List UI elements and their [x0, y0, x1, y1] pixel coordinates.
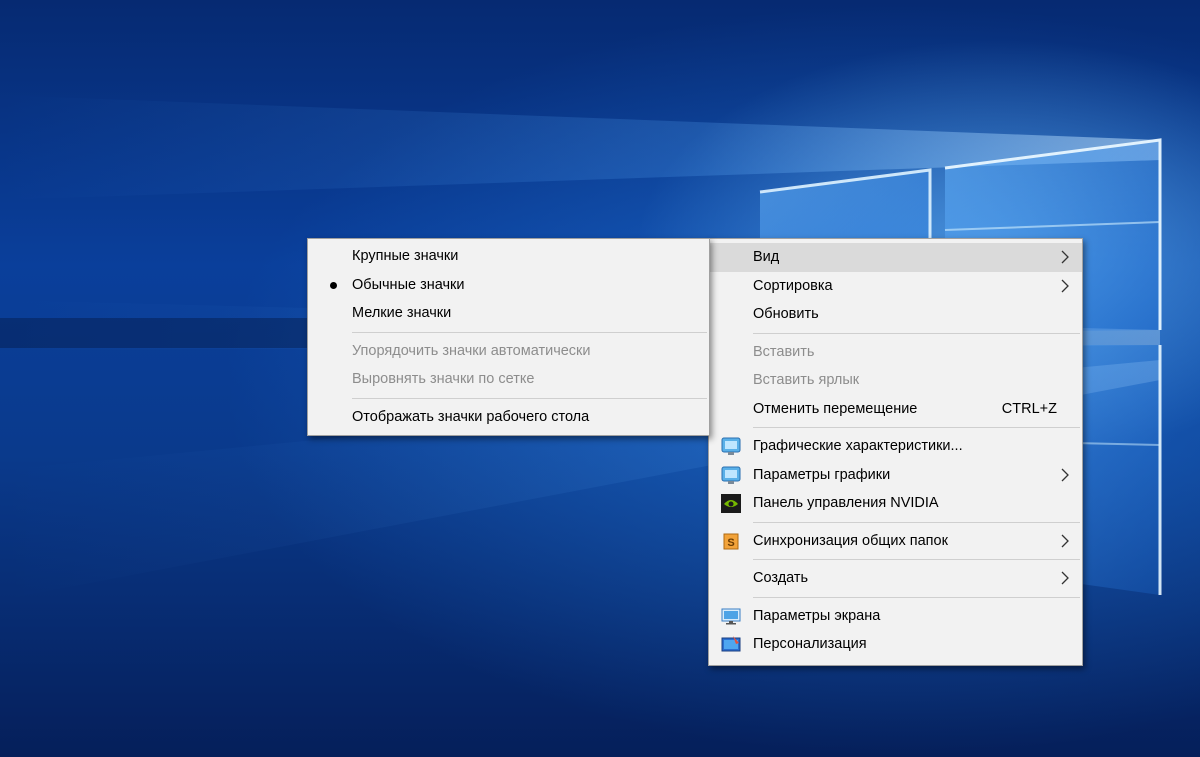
shortcut-label: CTRL+Z [1001, 400, 1057, 417]
sync-folders-icon: S [723, 533, 739, 549]
menu-item-align-to-grid: Выровнять значки по сетке [308, 365, 709, 394]
menu-separator [753, 521, 1080, 523]
menu-item-graphics-options[interactable]: Параметры графики [709, 461, 1082, 490]
menu-item-label: Обычные значки [352, 276, 465, 293]
menu-separator [753, 427, 1080, 428]
menu-item-view[interactable]: Вид [709, 243, 1082, 272]
menu-item-label: Вставить ярлык [753, 372, 860, 388]
display-settings-icon [721, 608, 741, 624]
menu-item-refresh[interactable]: Обновить [709, 300, 1082, 329]
menu-item-new[interactable]: Создать [709, 564, 1082, 593]
menu-separator [753, 559, 1080, 560]
nvidia-icon [721, 494, 741, 513]
menu-item-undo-move[interactable]: Отменить перемещение CTRL+Z [709, 395, 1082, 424]
menu-item-label: Обновить [753, 306, 819, 322]
menu-item-label: Вставить [753, 343, 815, 360]
menu-item-paste: Вставить [709, 338, 1082, 367]
intel-graphics-icon [721, 466, 741, 484]
personalization-icon [721, 636, 741, 652]
menu-item-personalization[interactable]: Персонализация [709, 630, 1082, 659]
menu-item-label: Упорядочить значки автоматически [352, 342, 591, 359]
menu-item-auto-arrange: Упорядочить значки автоматически [308, 337, 709, 366]
menu-item-medium-icons[interactable]: Обычные значки [308, 271, 709, 300]
menu-item-label: Параметры экрана [753, 607, 881, 624]
desktop-context-menu: Вид Сортировка Обновить Вставить Вставит… [708, 238, 1083, 666]
menu-item-label: Отображать значки рабочего стола [352, 408, 590, 425]
menu-item-label: Персонализация [753, 636, 867, 652]
menu-item-label: Сортировка [753, 277, 833, 294]
view-submenu: Крупные значки Обычные значки Мелкие зна… [307, 238, 710, 436]
menu-separator [352, 331, 707, 333]
menu-item-label: Вид [753, 249, 780, 265]
radio-bullet-icon [330, 281, 337, 289]
chevron-right-icon [1061, 250, 1069, 264]
chevron-right-icon [1061, 468, 1069, 481]
menu-separator [352, 397, 707, 399]
chevron-right-icon [1061, 534, 1069, 547]
intel-graphics-icon [721, 437, 741, 455]
desktop[interactable]: Вид Сортировка Обновить Вставить Вставит… [0, 0, 1200, 757]
menu-item-label: Выровнять значки по сетке [352, 371, 535, 387]
menu-separator [753, 596, 1080, 598]
menu-item-label: Графические характеристики... [753, 438, 963, 454]
menu-separator [753, 332, 1080, 334]
menu-item-paste-shortcut: Вставить ярлык [709, 366, 1082, 395]
menu-item-label: Мелкие значки [352, 305, 452, 321]
chevron-right-icon [1061, 571, 1069, 585]
menu-item-label: Параметры графики [753, 466, 891, 483]
menu-item-label: Создать [753, 570, 809, 586]
menu-item-label: Крупные значки [352, 248, 459, 264]
chevron-right-icon [1061, 279, 1069, 292]
menu-item-label: Отменить перемещение [753, 400, 918, 417]
menu-item-nvidia-control-panel[interactable]: Панель управления NVIDIA [709, 489, 1082, 518]
menu-item-large-icons[interactable]: Крупные значки [308, 242, 709, 271]
menu-item-small-icons[interactable]: Мелкие значки [308, 299, 709, 328]
svg-text:S: S [727, 537, 734, 549]
menu-item-show-desktop-icons[interactable]: Отображать значки рабочего стола [308, 403, 709, 432]
menu-item-graphics-properties[interactable]: Графические характеристики... [709, 432, 1082, 461]
menu-item-label: Синхронизация общих папок [753, 532, 948, 549]
menu-item-display-settings[interactable]: Параметры экрана [709, 602, 1082, 631]
menu-item-label: Панель управления NVIDIA [753, 495, 939, 511]
menu-item-sort[interactable]: Сортировка [709, 272, 1082, 301]
menu-item-sync-shared-folders[interactable]: S Синхронизация общих папок [709, 527, 1082, 556]
